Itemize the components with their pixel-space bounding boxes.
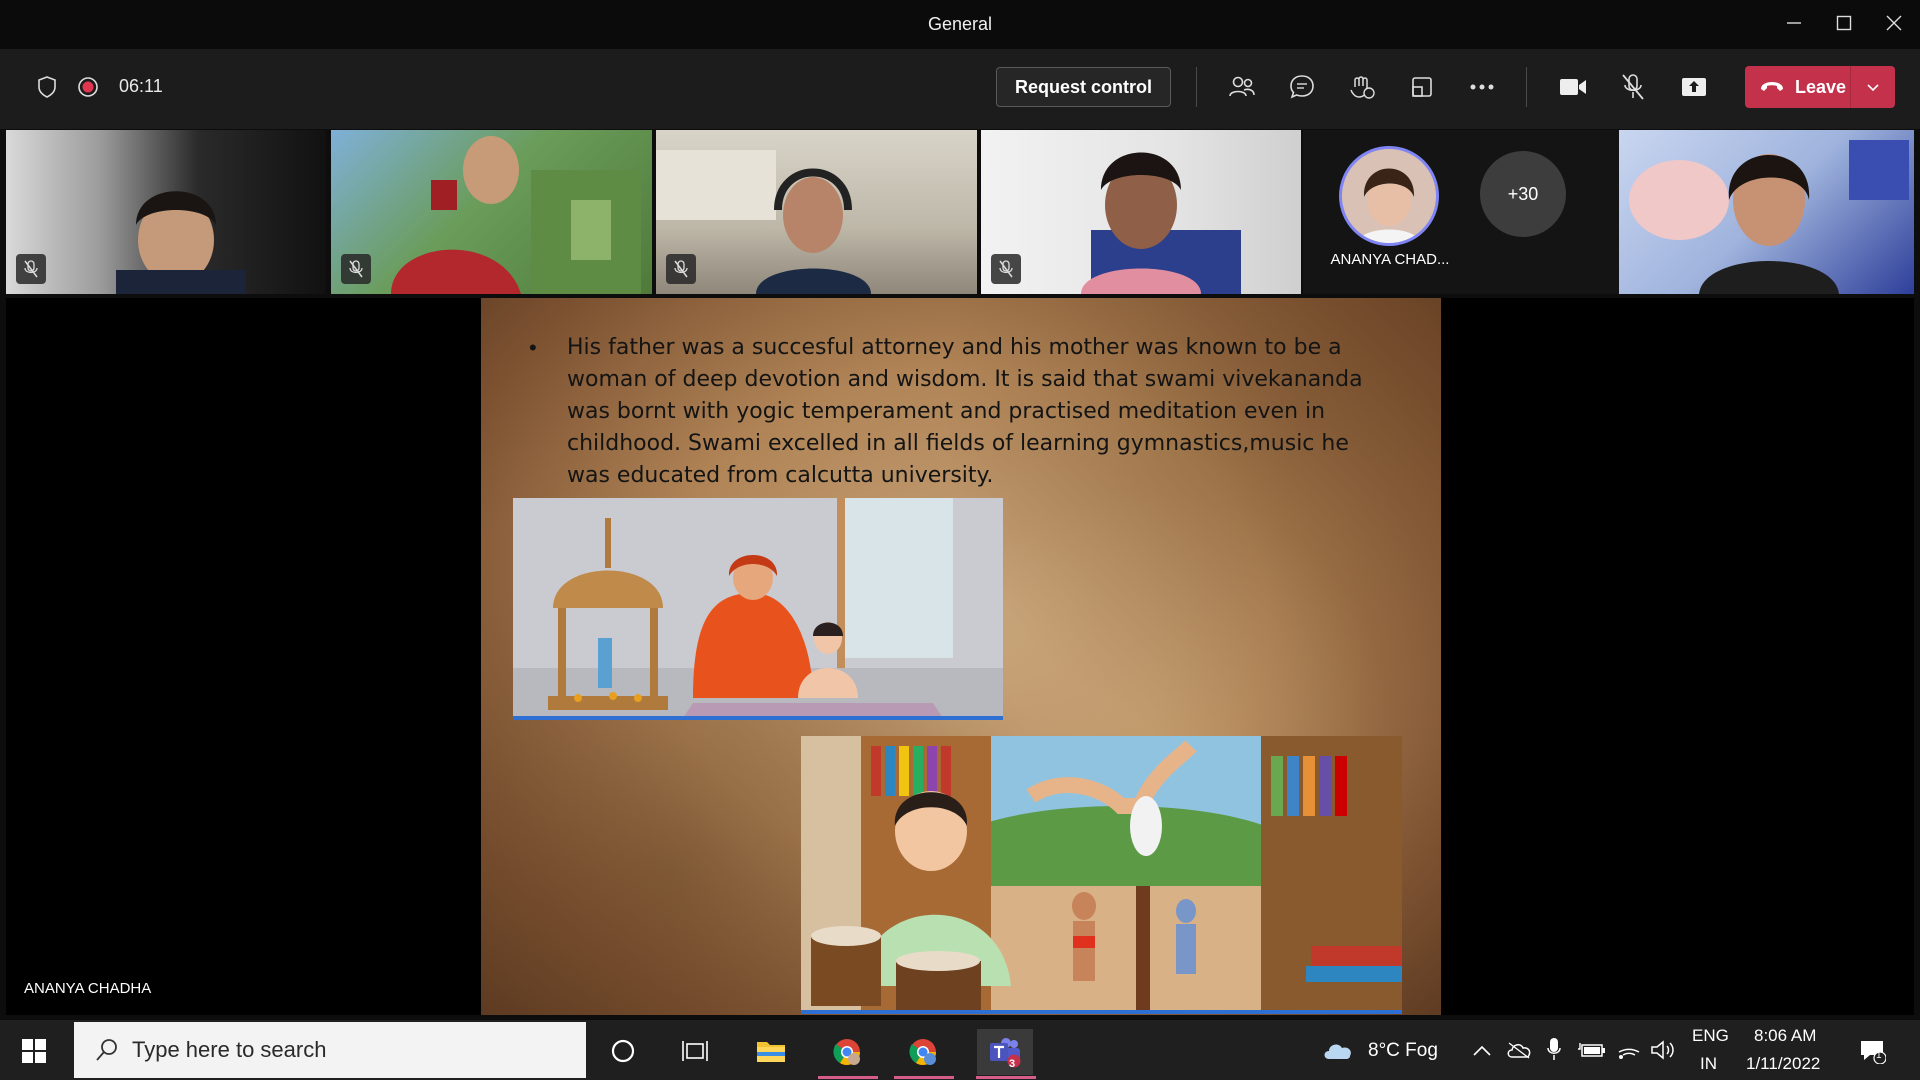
maximize-icon [1836,15,1852,31]
mic-muted-icon[interactable] [1618,70,1648,104]
leave-label: Leave [1795,76,1847,97]
language-top[interactable]: ENG [1692,1026,1729,1046]
reactions-icon[interactable] [1347,72,1377,102]
volume-icon[interactable] [1650,1038,1676,1062]
mic-muted-icon [991,254,1021,284]
phone-hangup-icon [1761,82,1783,91]
file-explorer-icon[interactable] [754,1035,788,1067]
leave-button[interactable]: Leave [1745,66,1895,108]
task-view-icon[interactable] [679,1035,711,1067]
camera-icon[interactable] [1557,72,1589,102]
clock-time[interactable]: 8:06 AM [1754,1026,1816,1046]
participant-video-feed [391,136,641,294]
share-screen-icon[interactable] [1678,72,1710,102]
participant-video-3[interactable] [656,130,977,294]
weather-cloud-icon[interactable] [1320,1037,1356,1063]
language-bottom[interactable]: IN [1700,1054,1717,1074]
teams-icon [990,1038,1021,1068]
toolbar-divider [1196,67,1197,107]
participant-video-feed [1629,140,1909,294]
teams-active-indicator [976,1076,1036,1079]
leave-options-button[interactable] [1851,82,1895,92]
participant-video-feed [116,191,246,294]
notification-count: 1 [1876,1050,1882,1061]
leave-main[interactable]: Leave [1745,77,1850,98]
microphone-tray-icon[interactable] [1544,1036,1564,1062]
participant-video-1[interactable] [6,130,326,294]
title-bar: General [0,0,1920,49]
slide-illustration-meditation [513,498,1003,720]
participant-name: ANANYA CHAD... [1330,251,1450,268]
shared-slide: • His father was a succesful attorney an… [481,298,1441,1015]
clock-date[interactable]: 1/11/2022 [1746,1054,1820,1074]
taskbar-search-box[interactable]: Type here to search [74,1022,586,1078]
teams-badge: 3 [1009,1058,1016,1070]
weather-text[interactable]: 8°C Fog [1368,1040,1438,1062]
slide-bullet: • [529,335,537,360]
participant-video-4[interactable] [981,130,1301,294]
chrome-icon[interactable] [830,1035,864,1069]
minimize-button[interactable] [1770,0,1818,46]
onedrive-icon[interactable] [1506,1038,1532,1062]
chevron-down-icon [1867,84,1879,92]
request-control-button[interactable]: Request control [996,67,1171,107]
more-options-icon[interactable] [1467,72,1497,102]
close-icon [1886,15,1902,31]
shield-icon[interactable] [34,74,60,100]
avatar [1339,146,1439,246]
participant-video-2[interactable] [331,130,652,294]
participant-video-feed [1081,152,1241,294]
slide-illustration-learning [801,736,1402,1014]
slide-text: His father was a succesful attorney and … [567,335,1363,488]
search-icon [96,1039,117,1061]
participants-icon[interactable] [1226,72,1258,102]
chat-icon[interactable] [1287,72,1317,102]
teams-taskbar-button[interactable]: 3 [977,1029,1033,1075]
meeting-timer: 06:11 [119,76,163,96]
battery-icon[interactable] [1578,1038,1606,1062]
view-icon[interactable] [1407,72,1437,102]
participant-video-5[interactable] [1619,130,1914,294]
search-placeholder: Type here to search [132,1037,327,1062]
wifi-icon[interactable] [1616,1038,1642,1062]
recording-icon [76,75,100,99]
mic-muted-icon [16,254,46,284]
maximize-button[interactable] [1820,0,1868,46]
participant-video-feed [656,150,871,294]
notification-center-button[interactable]: 1 [1856,1036,1888,1066]
minimize-icon [1787,22,1801,24]
chrome-active-indicator [818,1076,878,1079]
more-participants-button[interactable]: +30 [1480,151,1566,237]
mic-muted-icon [666,254,696,284]
toolbar-divider [1526,67,1527,107]
chevron-up-icon[interactable] [1470,1040,1494,1062]
participant-avatar-tile[interactable]: ANANYA CHAD... +30 [1303,130,1623,294]
close-button[interactable] [1870,0,1918,46]
chrome-active-indicator [894,1076,954,1079]
active-speaker-name: ANANYA CHADHA [24,980,152,997]
windows-start-icon[interactable] [18,1035,50,1067]
cortana-icon[interactable] [607,1035,639,1067]
mic-muted-icon [341,254,371,284]
window-title: General [927,14,993,34]
chrome-profile-icon[interactable] [906,1035,940,1069]
